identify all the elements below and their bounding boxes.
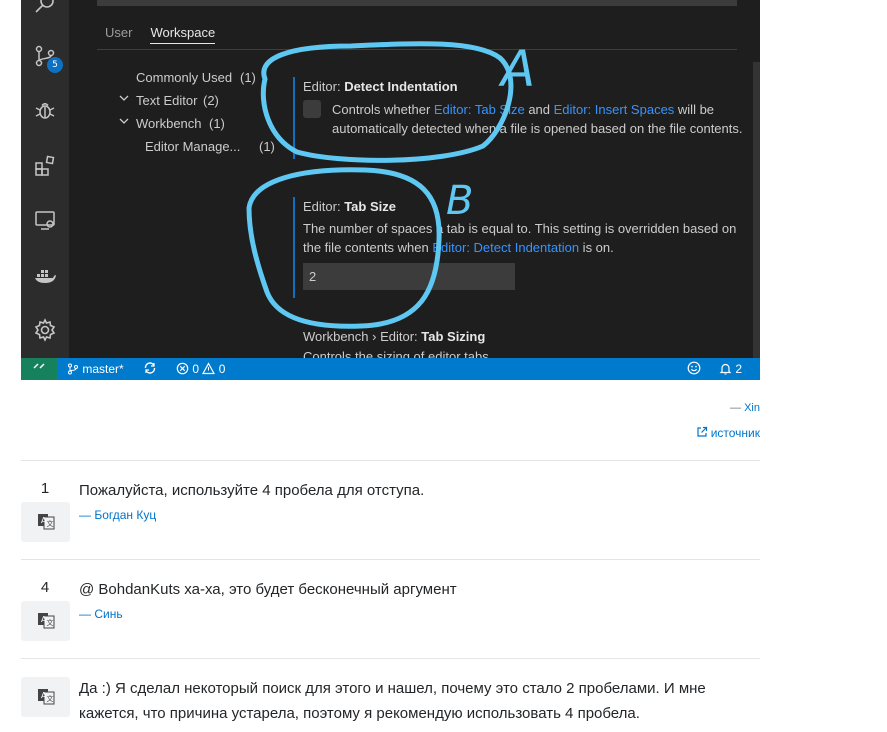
annotation-letter-b: B — [446, 178, 473, 224]
handwritten-annotations: A B — [246, 40, 535, 329]
translate-icon: A文 — [37, 689, 54, 705]
svg-text:文: 文 — [46, 618, 53, 627]
avatar[interactable]: A文 — [21, 502, 70, 542]
translate-icon: A文 — [37, 514, 54, 530]
svg-text:文: 文 — [46, 519, 53, 528]
divider — [21, 658, 760, 659]
source-link[interactable]: источник — [696, 426, 760, 440]
annotation-letter-a: A — [498, 40, 535, 98]
problems-indicator[interactable]: 0 0 — [176, 358, 225, 380]
external-link-icon — [697, 426, 707, 437]
remote-icon — [33, 363, 45, 369]
annotation-circle-a — [260, 41, 514, 163]
notifications-indicator[interactable]: 2 — [719, 358, 742, 380]
git-branch-icon — [68, 363, 78, 375]
warning-icon — [202, 362, 216, 375]
feedback-smiley-icon[interactable] — [687, 358, 701, 380]
divider — [21, 460, 760, 461]
branch-indicator[interactable]: master* — [67, 358, 124, 380]
comment-author-line: — Богдан Куц — [79, 508, 157, 522]
annotation-circle-b — [246, 167, 442, 329]
comment-text: Пожалуйста, используйте 4 пробела для от… — [79, 482, 425, 499]
comment-author-link[interactable]: Синь — [94, 607, 122, 621]
comment-author-link[interactable]: Богдан Куц — [94, 508, 156, 522]
image-attribution: — Xin — [730, 402, 760, 414]
error-icon — [176, 362, 189, 375]
divider — [21, 559, 760, 560]
sync-icon[interactable] — [143, 358, 157, 380]
comment-text: Да :) Я сделал некоторый поиск для этого… — [79, 680, 706, 722]
translate-icon: A文 — [37, 613, 54, 629]
vscode-screenshot: 5 User Workspace Commonly Used (1) Text … — [21, 0, 760, 380]
comment-author-line: — Синь — [79, 607, 123, 621]
status-bar: master* 0 0 2 — [21, 358, 760, 380]
comment-vote-count: 4 — [40, 579, 50, 596]
svg-text:文: 文 — [46, 694, 53, 703]
attribution-author-link[interactable]: Xin — [744, 402, 760, 414]
comment-vote-count: 1 — [40, 480, 50, 497]
avatar[interactable]: A文 — [21, 601, 70, 641]
avatar[interactable]: A文 — [21, 677, 70, 717]
comment-text: @ BohdanKuts ха-ха, это будет бесконечны… — [79, 581, 457, 598]
bell-icon — [719, 363, 732, 375]
remote-indicator[interactable] — [21, 358, 57, 380]
